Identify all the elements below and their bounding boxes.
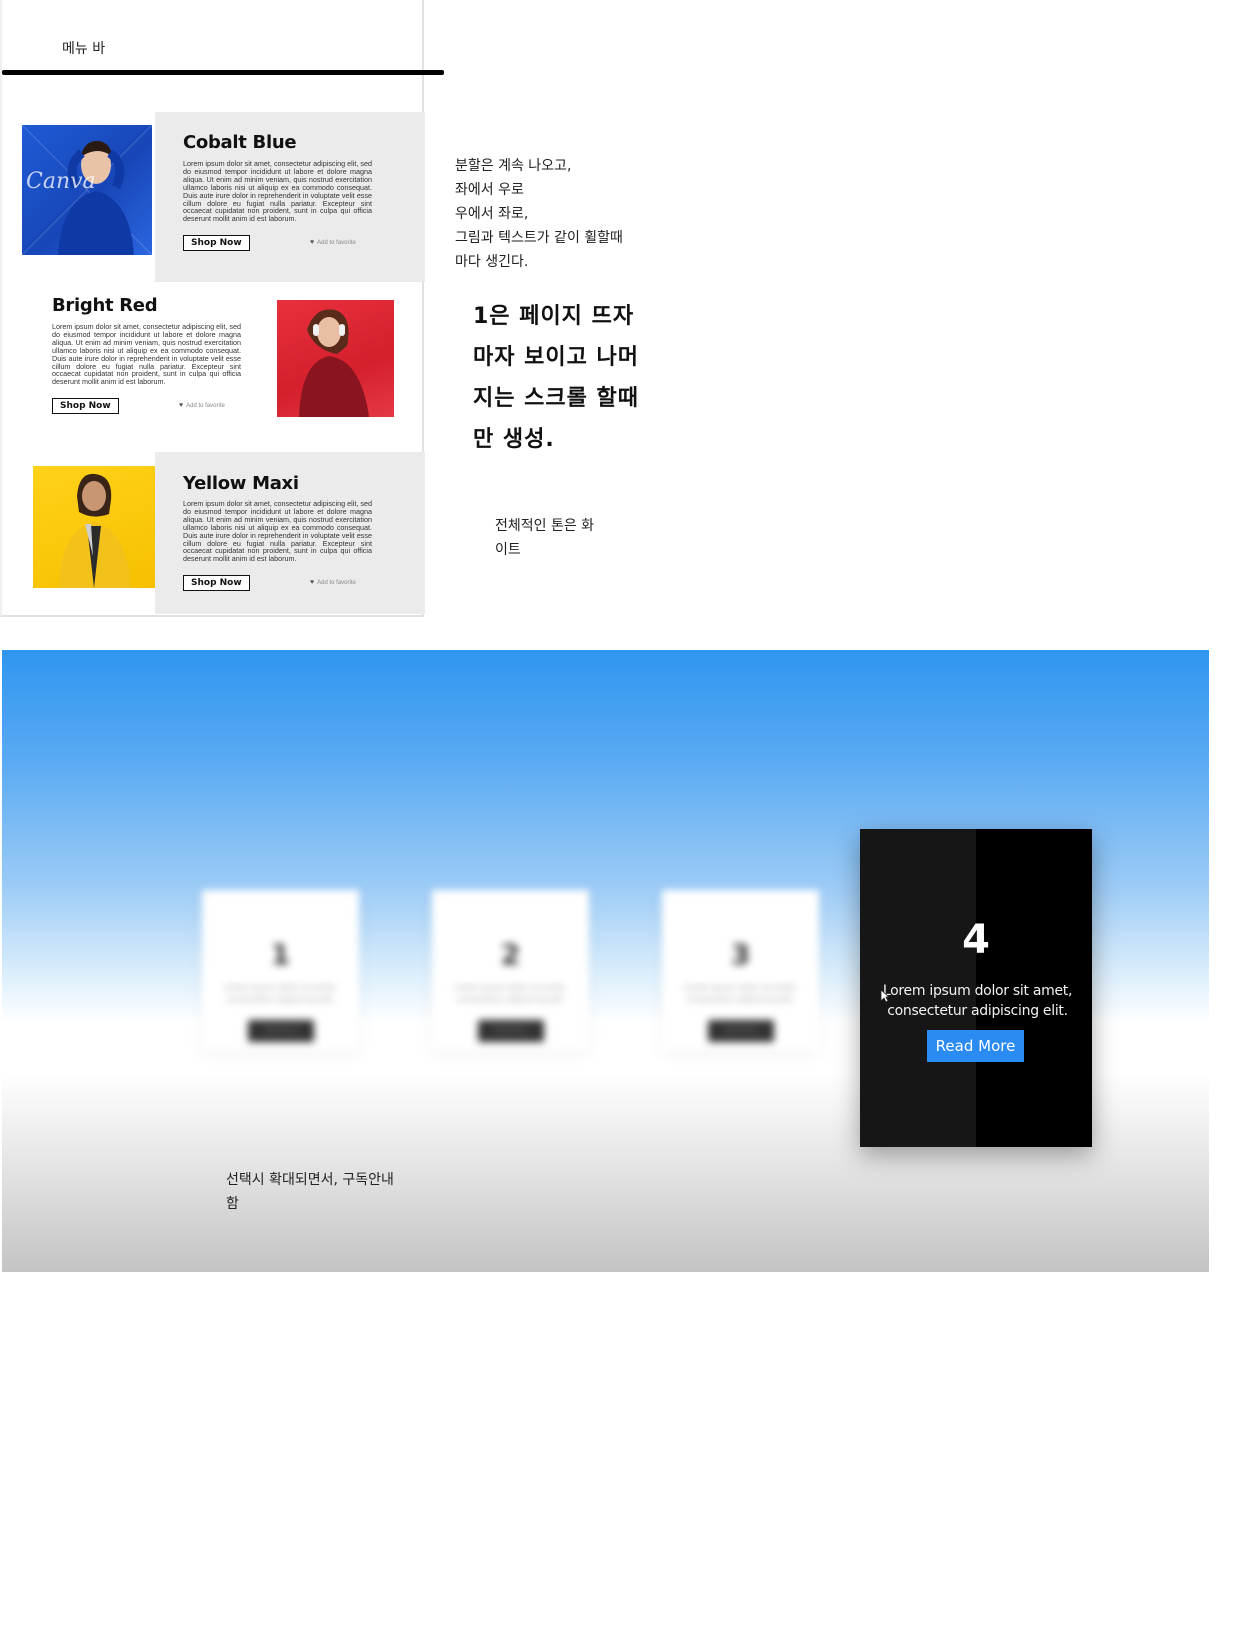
heart-icon: ♥	[179, 402, 184, 409]
note-line: 만 생성.	[473, 427, 555, 452]
card-text: Lorem ipsum dolor sit amet, consectetur …	[224, 983, 337, 1004]
note-line: 전체적인 톤은 화	[495, 518, 595, 534]
add-to-favorite-link[interactable]: ♥ Add to favorite	[310, 239, 356, 246]
note-line: 함	[226, 1196, 239, 1212]
card-1[interactable]: 1 Lorem ipsum dolor sit amet, consectetu…	[202, 890, 359, 1050]
product-description: Lorem ipsum dolor sit amet, consectetur …	[183, 159, 372, 224]
heart-icon: ♥	[310, 239, 315, 246]
read-more-button[interactable]: Read More	[248, 1020, 314, 1042]
product-row-yellow-maxi: Yellow Maxi Lorem ipsum dolor sit amet, …	[2, 452, 440, 614]
card-text: Lorem ipsum dolor sit amet, consectetur …	[454, 983, 567, 1004]
card-2[interactable]: 2 Lorem ipsum dolor sit amet, consectetu…	[432, 890, 589, 1050]
note-line: 분할은 계속 나오고,	[455, 158, 572, 174]
product-description: Lorem ipsum dolor sit amet, consectetur …	[183, 499, 372, 564]
note-line: 지는 스크롤 할때	[473, 386, 639, 411]
product-description: Lorem ipsum dolor sit amet, consectetur …	[52, 322, 241, 387]
product-title: Cobalt Blue	[183, 132, 297, 153]
note-select-behavior: 선택시 확대되면서, 구독안내 함	[226, 1168, 416, 1216]
card-text: Lorem ipsum dolor sit amet, consectetur …	[684, 983, 797, 1004]
model-silhouette-icon	[299, 309, 369, 417]
note-line: 우에서 좌로,	[455, 206, 529, 222]
product-title: Yellow Maxi	[183, 473, 299, 494]
product-row-cobalt-blue: Canva Cobalt Blue Lorem ipsum dolor sit …	[2, 112, 440, 282]
shop-now-button[interactable]: Shop Now	[183, 235, 250, 251]
product-photo-yellow-maxi	[33, 466, 155, 588]
favorite-label: Add to favorite	[317, 580, 356, 586]
product-row-bright-red: Bright Red Lorem ipsum dolor sit amet, c…	[2, 282, 440, 452]
heart-icon: ♥	[310, 579, 315, 586]
model-silhouette-icon	[59, 473, 131, 588]
menu-bar[interactable]: 메뉴 바	[2, 0, 444, 75]
card-number: 3	[730, 938, 751, 971]
note-line: 좌에서 우로	[455, 182, 524, 198]
read-more-button[interactable]: Read More	[708, 1020, 774, 1042]
note-split-animation: 분할은 계속 나오고, 좌에서 우로 우에서 좌로, 그림과 텍스트가 같이 휠…	[455, 154, 655, 274]
favorite-label: Add to favorite	[317, 240, 356, 246]
menu-bar-label: 메뉴 바	[62, 41, 106, 57]
mouse-cursor-icon	[880, 989, 890, 1003]
add-to-favorite-link[interactable]: ♥ Add to favorite	[310, 579, 356, 586]
note-line: 마다 생긴다.	[455, 254, 529, 270]
note-first-page: 1은 페이지 뜨자 마자 보이고 나머 지는 스크롤 할때 만 생성.	[473, 296, 668, 460]
note-line: 1은 페이지 뜨자	[473, 304, 635, 329]
shop-now-button[interactable]: Shop Now	[183, 575, 250, 591]
read-more-button[interactable]: Read More	[478, 1020, 544, 1042]
product-photo-cobalt-blue: Canva	[22, 125, 152, 255]
product-photo-bright-red	[277, 300, 394, 417]
product-mockup-panel: 메뉴 바 Canva Cobalt Blue Lorem ipsum dolor…	[0, 0, 444, 617]
note-line: 마자 보이고 나머	[473, 345, 639, 370]
card-4-active[interactable]: 4 Lorem ipsum dolor sit amet, consectetu…	[860, 829, 1092, 1147]
add-to-favorite-link[interactable]: ♥ Add to favorite	[179, 402, 225, 409]
note-line: 선택시 확대되면서, 구독안내	[226, 1172, 394, 1188]
read-more-button[interactable]: Read More	[927, 1030, 1024, 1062]
product-title: Bright Red	[52, 295, 158, 316]
note-line: 이트	[495, 542, 521, 558]
card-number: 2	[500, 938, 521, 971]
canva-watermark: Canva	[26, 169, 96, 194]
note-line: 그림과 텍스트가 같이 휠할때	[455, 230, 623, 246]
note-overall-tone: 전체적인 톤은 화 이트	[495, 514, 615, 562]
card-3[interactable]: 3 Lorem ipsum dolor sit amet, consectetu…	[662, 890, 819, 1050]
menu-bar-underline	[2, 70, 444, 75]
card-number: 4	[962, 917, 990, 963]
card-text: Lorem ipsum dolor sit amet, consectetur …	[882, 983, 1073, 1019]
shop-now-button[interactable]: Shop Now	[52, 398, 119, 414]
card-number: 1	[270, 938, 291, 971]
favorite-label: Add to favorite	[186, 403, 225, 409]
